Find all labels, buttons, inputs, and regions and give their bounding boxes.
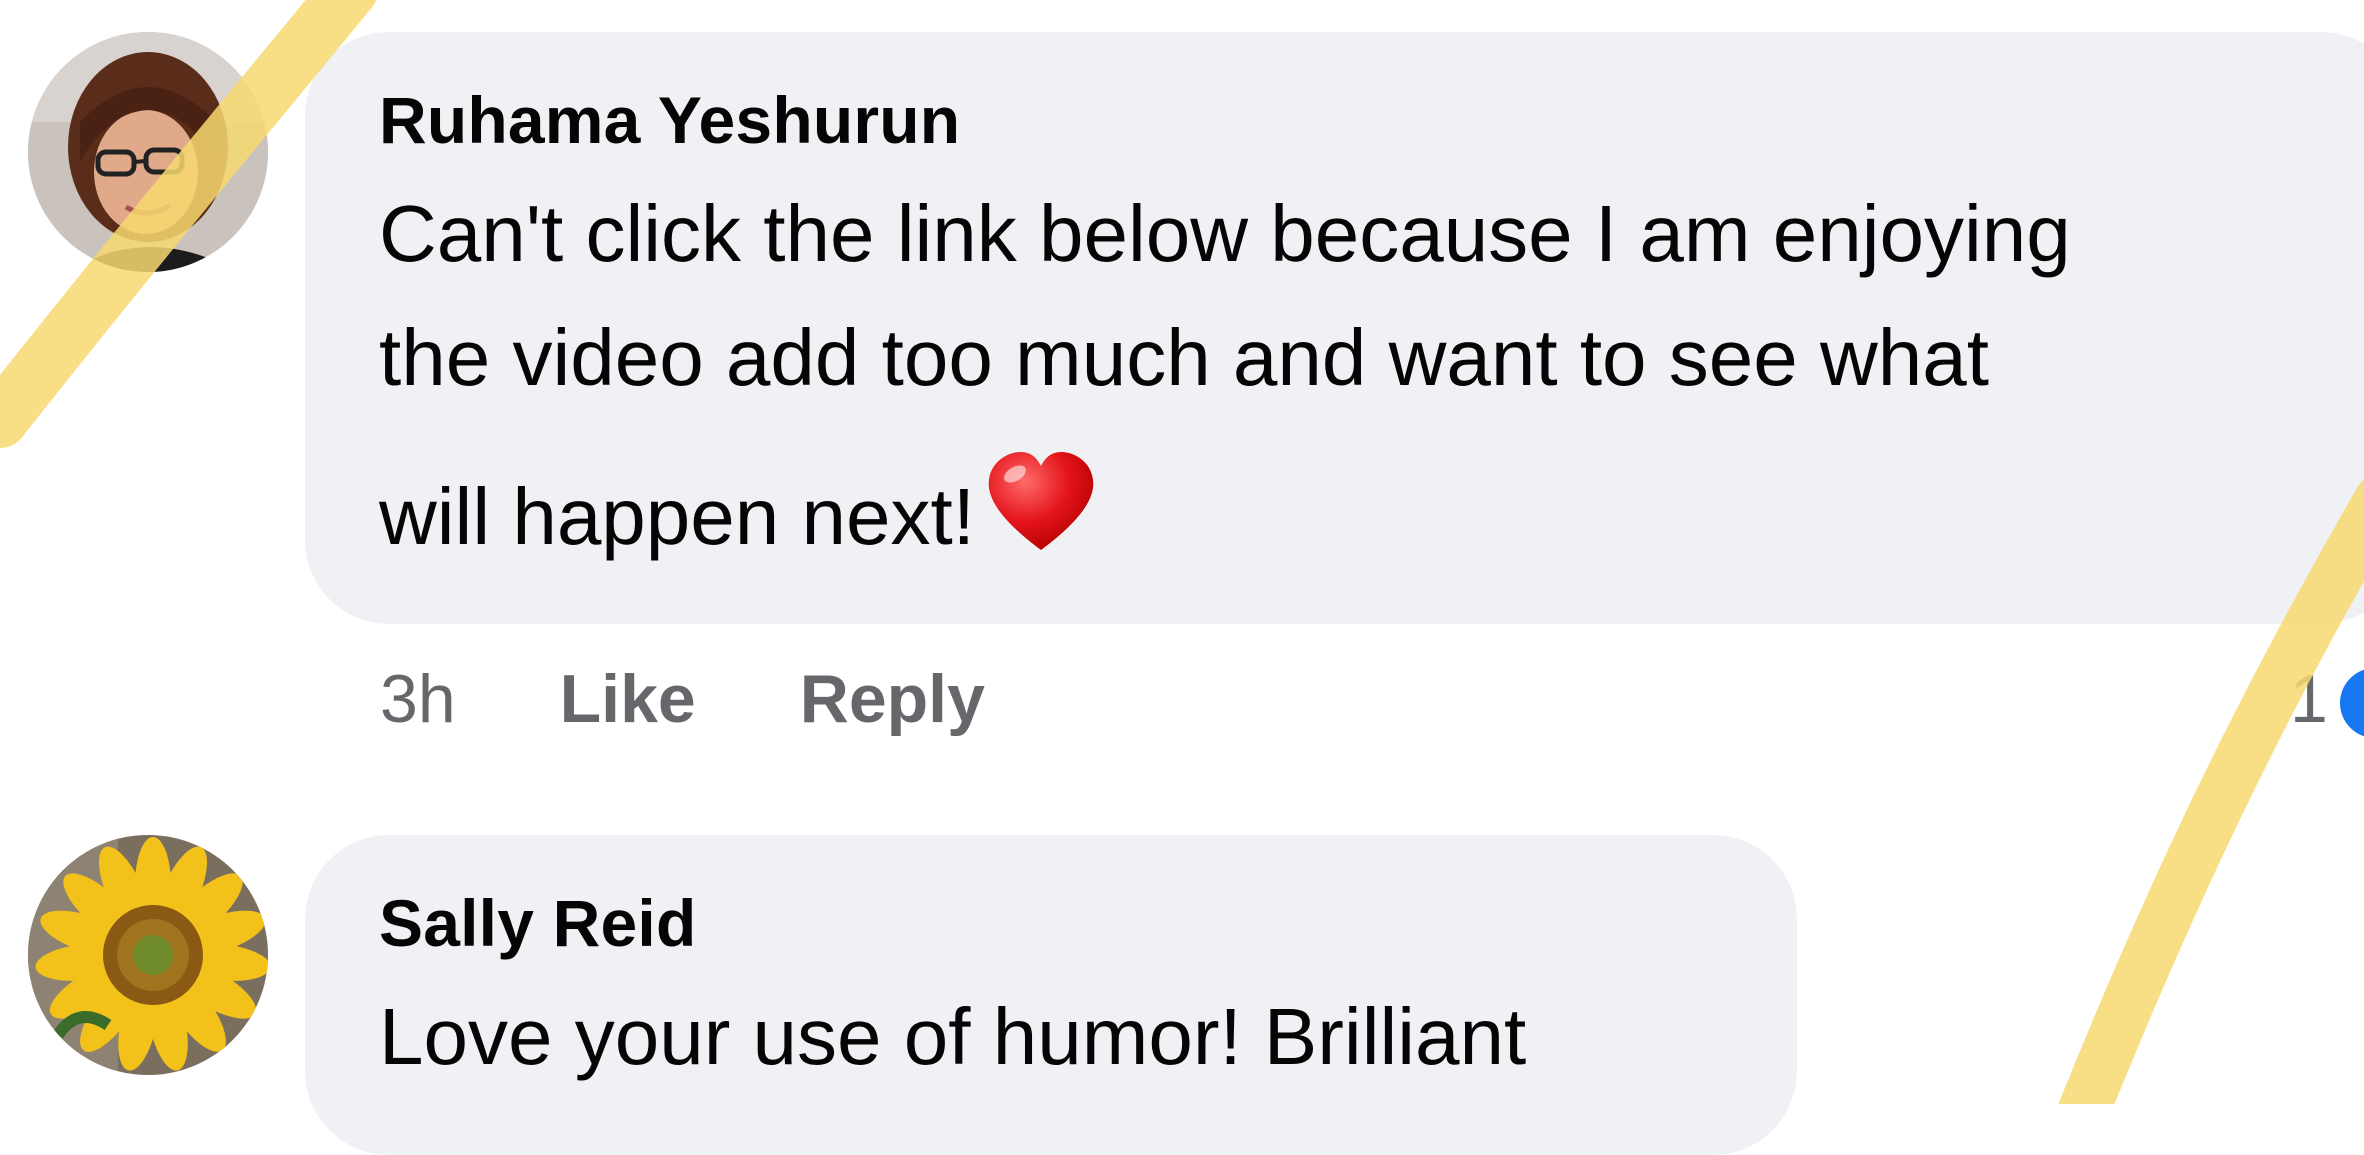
like-button[interactable]: Like (560, 660, 696, 738)
comment-text-line-with-emoji: will happen next! (379, 450, 2327, 579)
avatar-ruhama[interactable] (28, 32, 268, 272)
comment-bubble: Ruhama Yeshurun Can't click the link bel… (305, 32, 2364, 624)
comment-author[interactable]: Ruhama Yeshurun (379, 80, 2327, 160)
comment-text-line: will happen next! (379, 472, 975, 561)
comment-actions: 3h Like Reply (380, 660, 1089, 738)
comment-author[interactable]: Sally Reid (379, 883, 1719, 963)
reaction-icon[interactable] (2340, 668, 2364, 738)
avatar-ruhama-image (28, 32, 268, 272)
comment-text-line: Love your use of humor! Brilliant (379, 992, 1527, 1081)
reaction-count[interactable]: 1 (2290, 660, 2328, 738)
comment-bubble: Sally Reid Love your use of humor! Brill… (305, 835, 1797, 1155)
comment-body: Can't click the link below because I am … (379, 172, 2327, 579)
comment-thread: Ruhama Yeshurun Can't click the link bel… (0, 0, 2364, 1155)
heart-icon (988, 452, 1094, 550)
comment-timestamp[interactable]: 3h (380, 660, 456, 738)
avatar-sally-image (28, 835, 268, 1075)
comment-text-line: the video add too much and want to see w… (379, 313, 1989, 402)
comment-text-line: Can't click the link below because I am … (379, 189, 2071, 278)
reply-button[interactable]: Reply (800, 660, 985, 738)
comment-body: Love your use of humor! Brilliant (379, 975, 1719, 1099)
avatar-sally[interactable] (28, 835, 268, 1075)
